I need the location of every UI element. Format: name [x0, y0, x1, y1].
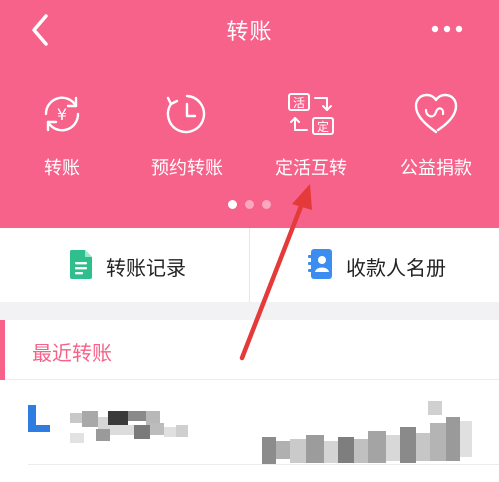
more-button[interactable]	[427, 18, 467, 40]
func-fixed-current-swap[interactable]: 活 定 定活互转	[256, 84, 366, 184]
shortcut-bar: 转账记录 收款人名册	[0, 228, 499, 302]
fixed-current-swap-icon: 活 定	[288, 93, 334, 135]
function-grid: ¥ 转账 预约转账 活 定 定活互转 公益捐款	[0, 84, 499, 188]
page-dot-active	[228, 200, 237, 209]
recent-transfers-label: 最近转账	[32, 341, 112, 365]
page-indicator	[0, 194, 499, 209]
func-transfer[interactable]: ¥ 转账	[7, 84, 117, 184]
more-dots-icon	[431, 25, 463, 33]
func-charity-donation[interactable]: 公益捐款	[381, 84, 491, 184]
func-label: 转账	[44, 158, 80, 179]
transfer-record-button[interactable]: 转账记录	[0, 228, 249, 302]
transfer-yuan-icon: ¥	[44, 96, 80, 132]
charity-heart-icon	[414, 93, 458, 134]
transfer-record-label: 转账记录	[106, 256, 186, 280]
func-label: 公益捐款	[400, 158, 472, 179]
scheduled-clock-icon	[166, 94, 206, 134]
payee-book-label: 收款人名册	[346, 256, 446, 280]
recent-contact-item[interactable]	[0, 381, 499, 482]
section-gap	[0, 302, 499, 320]
payee-book-button[interactable]: 收款人名册	[250, 228, 499, 302]
func-label: 定活互转	[275, 158, 347, 179]
func-label: 预约转账	[151, 158, 223, 179]
page-dot	[262, 200, 271, 209]
svg-text:¥: ¥	[57, 105, 67, 124]
svg-text:活: 活	[293, 96, 305, 110]
redacted-contact-info	[28, 401, 472, 465]
page-title: 转账	[226, 20, 273, 45]
page-dot	[245, 200, 254, 209]
svg-text:定: 定	[317, 119, 329, 134]
document-icon	[69, 250, 92, 279]
recent-transfers-header: 最近转账	[0, 320, 499, 380]
nav-bar: 转账	[0, 0, 499, 60]
header: 转账 ¥ 转账 预约转账 活 定 定活互转 公益捐款	[0, 0, 499, 228]
row-divider	[28, 464, 499, 465]
accent-bar	[0, 320, 5, 380]
address-book-icon	[308, 249, 332, 279]
func-scheduled-transfer[interactable]: 预约转账	[132, 84, 242, 184]
